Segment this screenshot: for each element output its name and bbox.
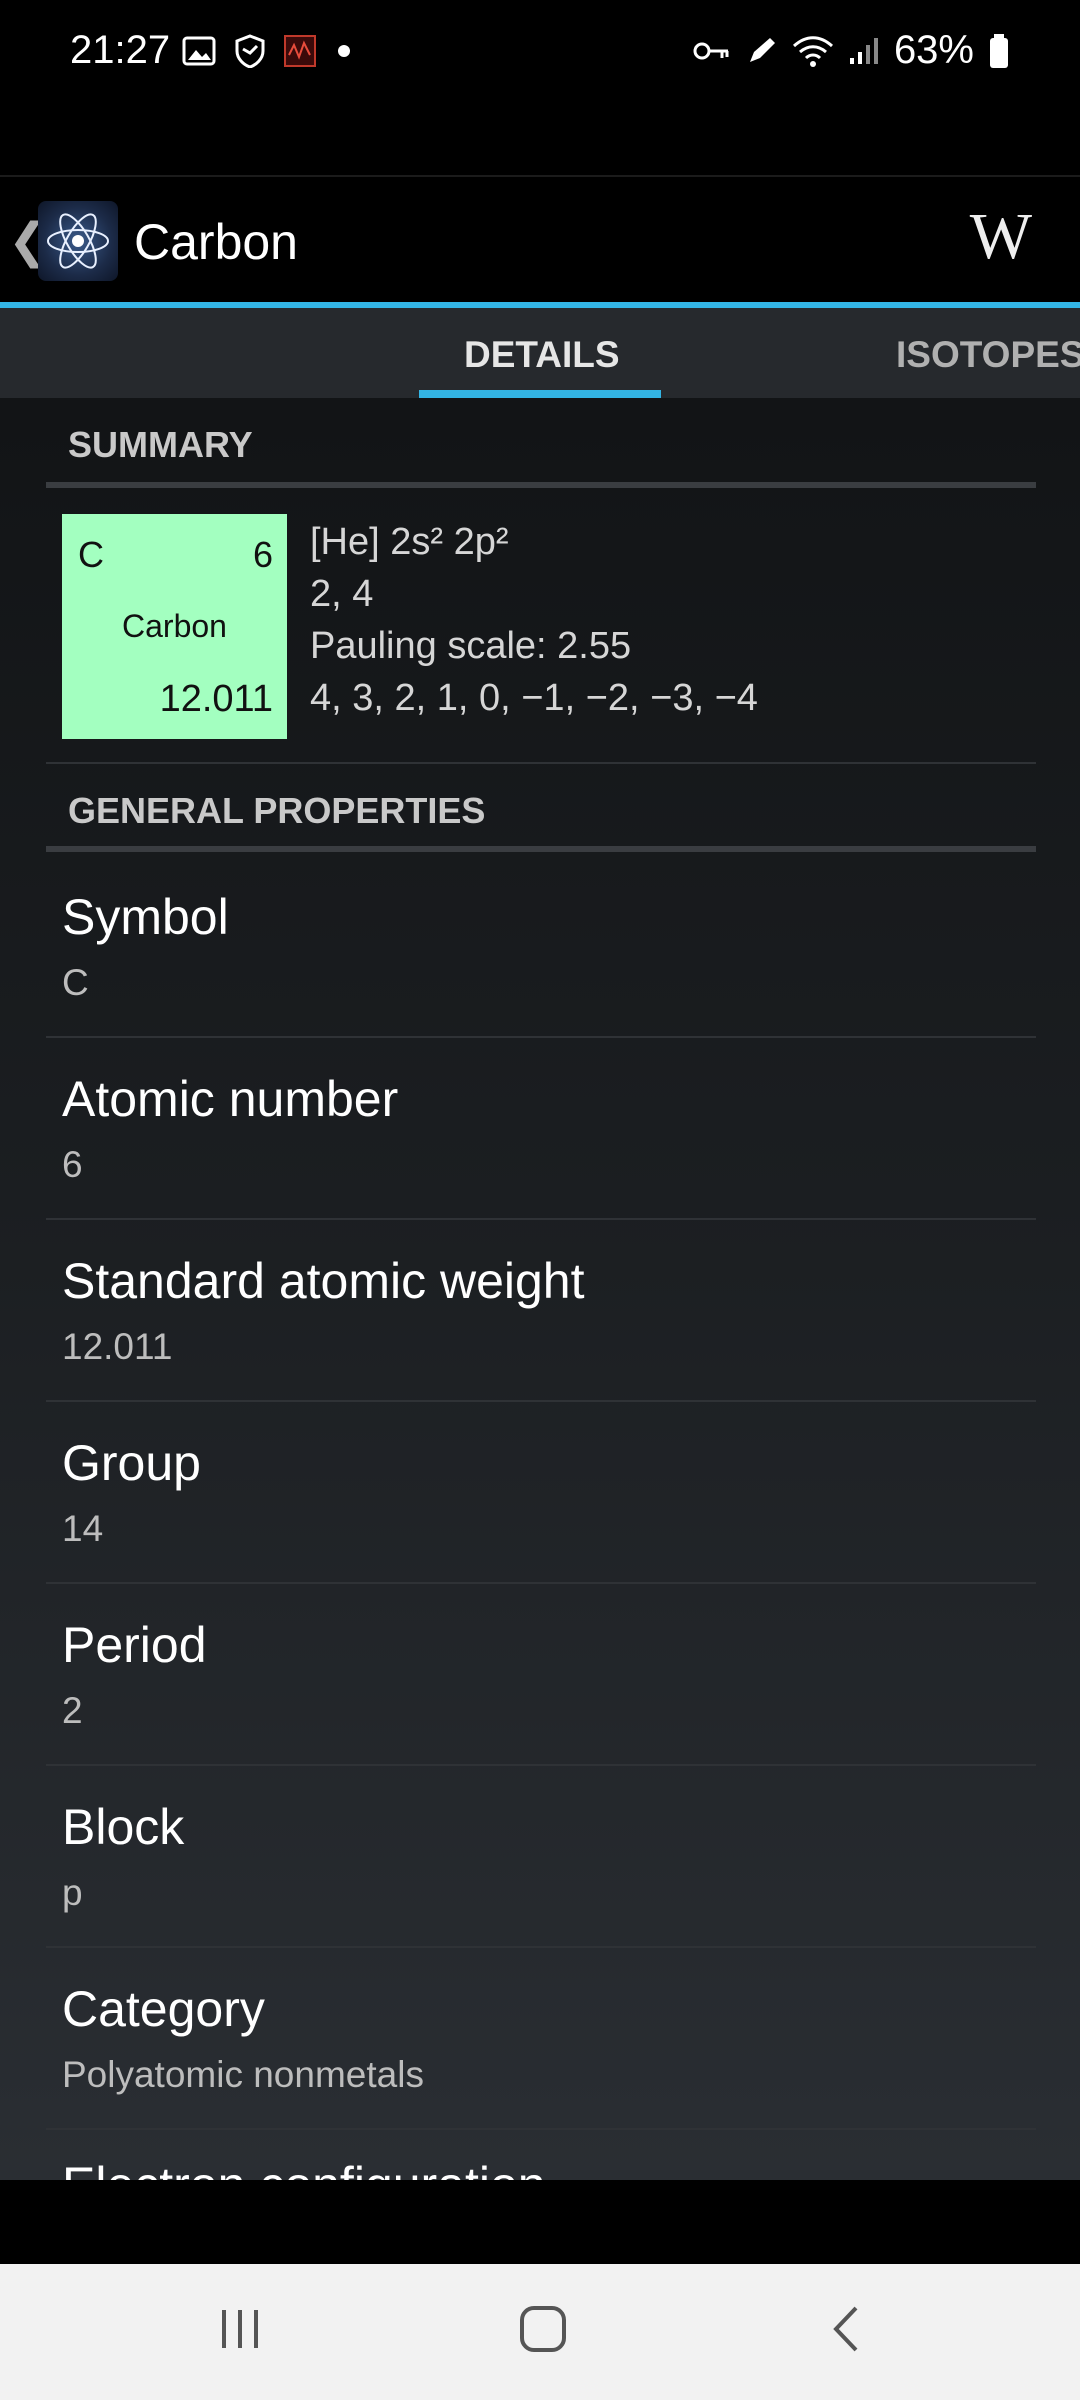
battery-icon <box>990 33 1008 68</box>
divider <box>46 1036 1036 1038</box>
wifi-icon <box>792 35 833 67</box>
section-header-summary: SUMMARY <box>68 424 253 465</box>
key-icon <box>693 42 729 59</box>
tile-number: 6 <box>252 534 273 575</box>
divider <box>46 1946 1036 1948</box>
image-icon <box>182 36 216 66</box>
property-label: Group <box>62 1435 201 1491</box>
property-label: Block <box>62 1799 185 1855</box>
dot-icon <box>338 45 350 57</box>
property-value: Polyatomic nonmetals <box>62 2054 424 2095</box>
app-red-icon <box>284 35 316 67</box>
divider <box>46 2128 1036 2130</box>
battery-percent: 63% <box>893 28 974 72</box>
wikipedia-button[interactable]: W <box>970 199 1032 275</box>
back-icon[interactable] <box>826 2304 866 2354</box>
app-toolbar: ❮ Carbon W <box>0 175 1080 305</box>
element-tile: C 6 Carbon 12.011 <box>62 514 287 739</box>
home-icon[interactable] <box>518 2304 568 2354</box>
oxidation-states-text: 4, 3, 2, 1, 0, −1, −2, −3, −4 <box>310 677 758 719</box>
divider <box>46 1764 1036 1766</box>
section-header-general: GENERAL PROPERTIES <box>68 790 486 831</box>
system-nav-bar <box>0 2264 1080 2400</box>
details-list[interactable]: SUMMARY C 6 Carbon 12.011 [He] 2s² 2p² 2… <box>0 398 1080 2180</box>
property-atomic-number[interactable]: Atomic number 6 <box>62 1070 398 1186</box>
tile-symbol: C <box>78 534 104 575</box>
property-value: C <box>62 962 89 1003</box>
tile-weight: 12.011 <box>159 678 273 720</box>
property-label: Category <box>62 1981 265 2037</box>
property-category[interactable]: Category Polyatomic nonmetals <box>62 1980 424 2096</box>
property-group[interactable]: Group 14 <box>62 1434 201 1550</box>
property-block[interactable]: Block p <box>62 1798 184 1914</box>
property-label: Symbol <box>62 889 229 945</box>
tab-details[interactable]: DETAILS <box>464 334 620 376</box>
property-label: Period <box>62 1617 207 1673</box>
property-atomic-weight[interactable]: Standard atomic weight 12.011 <box>62 1252 585 1368</box>
divider <box>46 1400 1036 1402</box>
atom-icon[interactable] <box>38 201 118 281</box>
property-label: Standard atomic weight <box>62 1253 585 1309</box>
summary-details: [He] 2s² 2p² 2, 4 Pauling scale: 2.55 4,… <box>310 516 758 724</box>
shield-icon <box>235 34 265 68</box>
divider <box>46 762 1036 764</box>
property-value: 12.011 <box>62 1326 173 1367</box>
electron-config-text: [He] 2s² 2p² <box>310 521 509 563</box>
status-right: 63% <box>692 28 1010 73</box>
property-value: 6 <box>62 1144 83 1185</box>
property-period[interactable]: Period 2 <box>62 1616 207 1732</box>
tab-isotopes[interactable]: ISOTOPES <box>896 334 1080 376</box>
property-label: Electron configuration <box>62 2156 546 2180</box>
shells-text: 2, 4 <box>310 573 374 615</box>
property-label: Atomic number <box>62 1071 399 1127</box>
recents-icon[interactable] <box>218 2304 264 2354</box>
property-electron-config[interactable]: Electron configuration <box>62 2156 546 2180</box>
divider <box>46 1218 1036 1220</box>
divider <box>46 1582 1036 1584</box>
property-value: 2 <box>62 1690 83 1731</box>
property-value: 14 <box>62 1508 104 1549</box>
page-title: Carbon <box>134 214 298 270</box>
tab-bar: DETAILS ISOTOPES <box>0 308 1080 398</box>
tab-indicator <box>419 390 661 398</box>
bottom-band <box>0 2180 1080 2264</box>
section-divider <box>46 846 1036 852</box>
section-divider <box>46 482 1036 488</box>
status-time: 21:27 <box>70 28 171 72</box>
pen-icon <box>749 37 775 62</box>
tile-name: Carbon <box>122 608 227 644</box>
status-left-icons <box>182 34 354 68</box>
status-bar: 21:27 63% <box>0 0 1080 110</box>
electronegativity-text: Pauling scale: 2.55 <box>310 625 632 667</box>
property-symbol[interactable]: Symbol C <box>62 888 229 1004</box>
signal-icon <box>849 37 878 64</box>
property-value: p <box>62 1872 83 1913</box>
